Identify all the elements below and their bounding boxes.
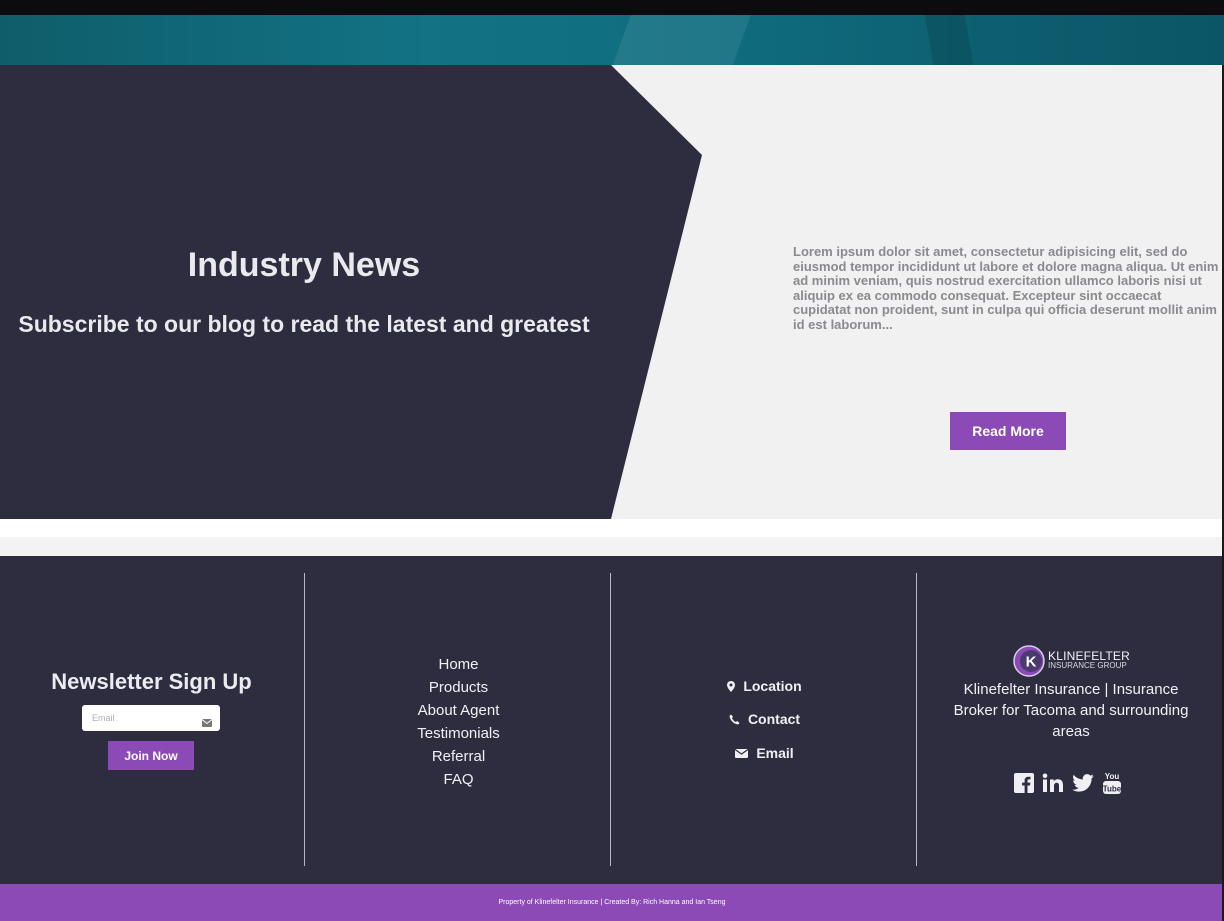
youtube-icon[interactable]: You Tube <box>1102 771 1122 795</box>
logo-emblem-icon: K <box>1013 645 1045 677</box>
envelope-icon <box>201 714 213 732</box>
brand-description: Klinefelter Insurance | Insurance Broker… <box>953 681 1189 740</box>
top-bar <box>0 0 1224 15</box>
copyright-text: Property of Klinefelter Insurance | Crea… <box>498 899 726 906</box>
footer-nav-testimonials[interactable]: Testimonials <box>306 722 611 745</box>
facebook-icon[interactable] <box>1014 773 1034 793</box>
svg-text:K: K <box>1026 654 1037 671</box>
footer-nav-home[interactable]: Home <box>306 653 611 676</box>
footer-divider <box>304 573 305 866</box>
section-spacer-grey <box>0 537 1224 556</box>
contact-link[interactable]: Contact <box>612 711 917 727</box>
email-link[interactable]: Email <box>612 745 917 761</box>
copyright-bar: Property of Klinefelter Insurance | Crea… <box>0 884 1224 921</box>
footer-nav-referral[interactable]: Referral <box>306 745 611 768</box>
email-label: Email <box>756 745 794 761</box>
envelope-icon <box>735 748 749 758</box>
newsletter-email-input[interactable] <box>82 706 192 730</box>
social-links: You Tube <box>1014 771 1122 795</box>
klinefelter-logo[interactable]: K KLINEFELTER INSURANCE GROUP <box>1013 645 1130 677</box>
footer-nav-products[interactable]: Products <box>306 676 611 699</box>
news-title: Industry News <box>187 246 421 284</box>
contact-label: Contact <box>747 711 801 727</box>
footer-nav-about-agent[interactable]: About Agent <box>306 699 611 722</box>
linkedin-icon[interactable] <box>1042 773 1064 793</box>
svg-text:Tube: Tube <box>1103 785 1122 794</box>
twitter-icon[interactable] <box>1072 774 1094 792</box>
section-spacer <box>0 519 1224 537</box>
join-now-button[interactable]: Join Now <box>108 741 194 770</box>
map-marker-icon <box>727 680 736 692</box>
location-link[interactable]: Location <box>612 678 917 694</box>
newsletter-title: Newsletter Sign Up <box>51 669 252 694</box>
news-excerpt: Lorem ipsum dolor sit amet, consectetur … <box>793 244 1219 332</box>
site-footer: Newsletter Sign Up Join Now Home Product… <box>0 556 1224 884</box>
svg-text:You: You <box>1105 772 1120 781</box>
footer-nav: Home Products About Agent Testimonials R… <box>306 653 611 791</box>
brand-column: K KLINEFELTER INSURANCE GROUP Klinefelte… <box>918 556 1224 884</box>
read-more-button[interactable]: Read More <box>950 412 1066 450</box>
location-label: Location <box>743 678 802 694</box>
phone-icon <box>729 714 740 725</box>
news-subtitle: Subscribe to our blog to read the latest… <box>18 311 590 337</box>
footer-nav-faq[interactable]: FAQ <box>306 768 611 791</box>
logo-tagline: INSURANCE GROUP <box>1048 661 1127 670</box>
industry-news-section: Industry News Subscribe to our blog to r… <box>0 65 1224 519</box>
hero-image-strip <box>0 15 1224 65</box>
newsletter-email-field-wrapper <box>82 705 220 731</box>
logo-wordmark: KLINEFELTER <box>1048 649 1130 663</box>
